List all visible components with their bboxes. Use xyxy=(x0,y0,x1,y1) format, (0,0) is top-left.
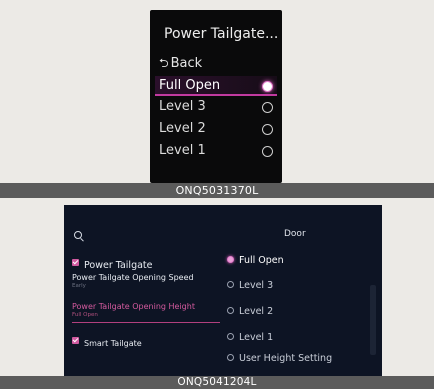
scrollbar[interactable] xyxy=(370,285,376,355)
infotainment-screen: Door Power Tailgate Power Tailgate Openi… xyxy=(64,205,382,376)
option-label: Full Open xyxy=(159,78,221,93)
option-user-height-setting[interactable]: User Height Setting xyxy=(227,353,332,364)
option-label: User Height Setting xyxy=(239,353,333,364)
selected-item-underline xyxy=(72,322,220,323)
cluster-screen: Power Tailgate... ⮌ Back Full Open Level … xyxy=(150,10,282,183)
radio-icon xyxy=(262,102,273,113)
radio-icon xyxy=(262,124,273,135)
cluster-option-level-2[interactable]: Level 2 xyxy=(159,119,277,139)
radio-icon xyxy=(227,333,234,340)
opening-height-value: Full Open xyxy=(72,312,98,318)
opening-speed-item[interactable]: Power Tailgate Opening Speed Early xyxy=(72,273,194,289)
option-level-1[interactable]: Level 1 xyxy=(227,332,273,343)
option-label: Level 2 xyxy=(159,121,206,136)
power-tailgate-label: Power Tailgate xyxy=(84,260,153,271)
radio-icon xyxy=(262,146,273,157)
radio-icon xyxy=(227,307,234,314)
opening-speed-value: Early xyxy=(72,283,86,289)
option-level-3[interactable]: Level 3 xyxy=(227,280,273,291)
power-tailgate-toggle[interactable]: Power Tailgate xyxy=(72,253,153,272)
option-label: Level 1 xyxy=(159,143,206,158)
radio-selected-icon xyxy=(227,256,234,263)
checkbox-checked-icon xyxy=(72,337,79,344)
radio-icon xyxy=(227,281,234,288)
option-full-open[interactable]: Full Open xyxy=(227,255,284,266)
cluster-option-full-open[interactable]: Full Open xyxy=(155,76,277,96)
section-title: Door xyxy=(284,229,306,239)
smart-tailgate-toggle[interactable]: Smart Tailgate xyxy=(72,331,142,350)
cluster-option-level-3[interactable]: Level 3 xyxy=(159,97,277,117)
cluster-option-level-1[interactable]: Level 1 xyxy=(159,141,277,161)
radio-icon xyxy=(227,354,234,361)
checkbox-checked-icon xyxy=(72,259,79,266)
opening-height-label: Power Tailgate Opening Height xyxy=(72,302,195,311)
radio-selected-icon xyxy=(262,81,273,92)
option-label: Level 3 xyxy=(159,99,206,114)
back-button[interactable]: ⮌ Back xyxy=(159,54,202,75)
opening-speed-label: Power Tailgate Opening Speed xyxy=(72,273,194,282)
opening-height-item[interactable]: Power Tailgate Opening Height Full Open xyxy=(72,302,195,318)
option-level-2[interactable]: Level 2 xyxy=(227,306,273,317)
option-label: Level 1 xyxy=(239,332,274,343)
option-label: Level 2 xyxy=(239,306,274,317)
smart-tailgate-label: Smart Tailgate xyxy=(84,339,142,348)
search-icon[interactable] xyxy=(74,231,84,241)
option-label: Full Open xyxy=(239,255,284,266)
option-label: Level 3 xyxy=(239,280,274,291)
figure-caption-bottom: ONQ5041204L xyxy=(0,376,434,389)
back-arrow-icon: ⮌ xyxy=(159,56,169,70)
back-label: Back xyxy=(170,56,203,71)
cluster-title: Power Tailgate... xyxy=(164,26,279,42)
figure-caption-top: ONQ5031370L xyxy=(0,183,434,198)
